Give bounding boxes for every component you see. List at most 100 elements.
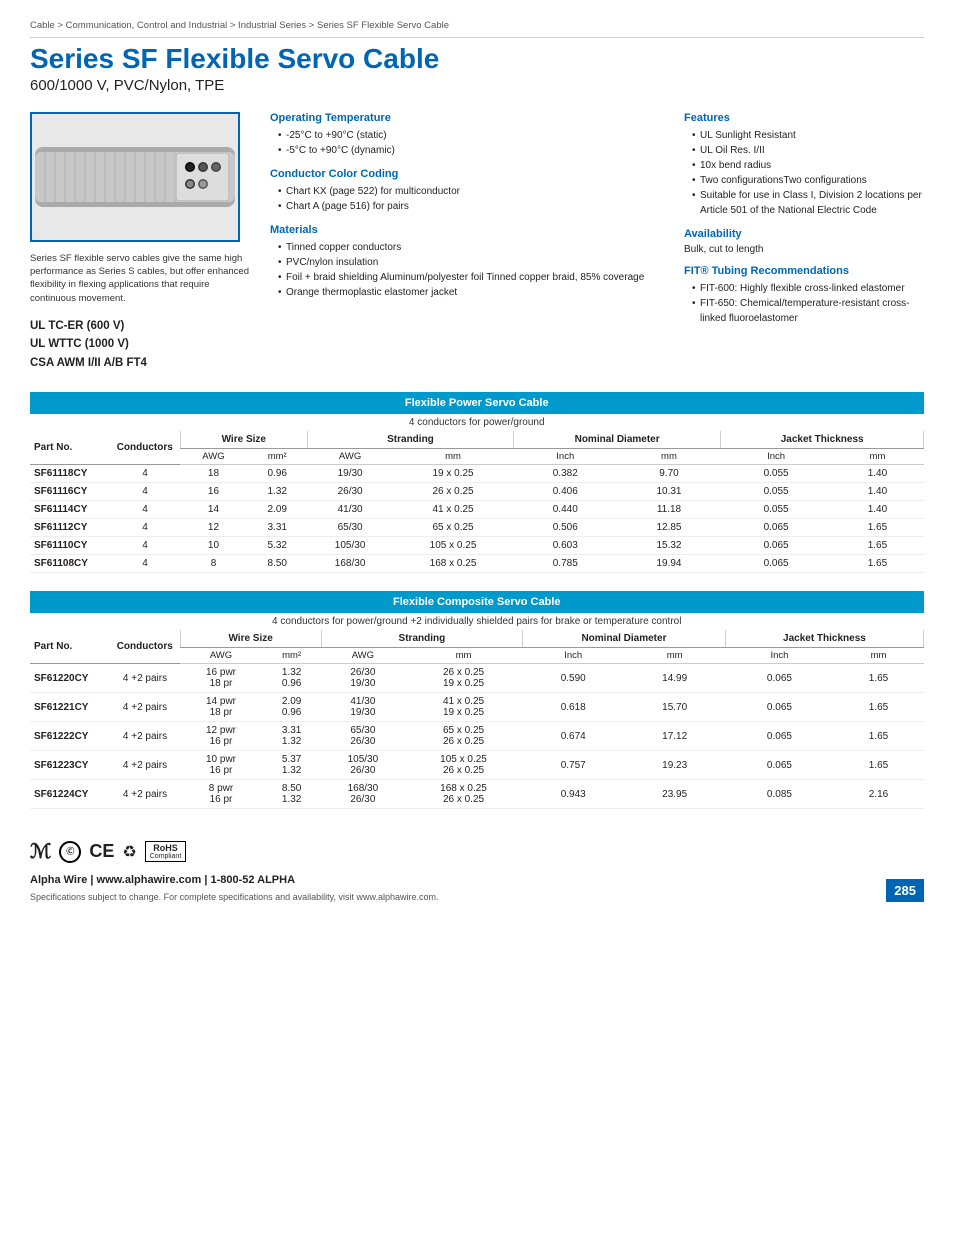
subcol2-mm3: mm — [624, 648, 725, 664]
cell-strand-awg: 65/30 — [308, 519, 393, 537]
cell-awg: 8 pwr16 pr — [180, 780, 262, 809]
cell-strand-awg: 41/30 — [308, 501, 393, 519]
cell-awg: 18 — [180, 465, 247, 483]
list-item: Orange thermoplastic elastomer jacket — [278, 285, 654, 300]
cell-awg: 8 — [180, 555, 247, 573]
subcol-inch1: Inch — [513, 449, 617, 465]
subcol2-awg2: AWG — [321, 648, 404, 664]
cell-strand-awg: 26/30 — [308, 483, 393, 501]
list-item: Chart A (page 516) for pairs — [278, 199, 654, 214]
power-cable-table-section: Flexible Power Servo Cable 4 conductors … — [30, 392, 924, 573]
list-item: Tinned copper conductors — [278, 240, 654, 255]
cell-jacket-mm: 2.16 — [834, 780, 924, 809]
list-item: Chart KX (page 522) for multiconductor — [278, 184, 654, 199]
col-partno: Part No. — [30, 431, 110, 465]
subcol-awg1: AWG — [180, 449, 247, 465]
cell-jacket-inch: 0.065 — [725, 664, 833, 693]
cell-awg: 12 — [180, 519, 247, 537]
subcol-awg2: AWG — [308, 449, 393, 465]
cell-inch: 0.618 — [523, 693, 624, 722]
cell-mm-diam: 19.23 — [624, 751, 725, 780]
subcol-inch2: Inch — [721, 449, 832, 465]
operating-temp-list: -25°C to +90°C (static) -5°C to +90°C (d… — [270, 128, 654, 158]
operating-temp-heading: Operating Temperature — [270, 112, 654, 124]
cell-jacket-inch: 0.065 — [721, 537, 832, 555]
cell-awg: 16 — [180, 483, 247, 501]
cell-jacket-mm: 1.40 — [831, 465, 923, 483]
cell-strand-mm: 41 x 0.25 — [393, 501, 514, 519]
cell-partno: SF61108CY — [30, 555, 110, 573]
col-stranding: Stranding — [308, 431, 514, 449]
cell-jacket-mm: 1.40 — [831, 483, 923, 501]
cell-conductors: 4 +2 pairs — [110, 664, 180, 693]
cell-inch: 0.603 — [513, 537, 617, 555]
cable-image — [30, 112, 240, 242]
cell-jacket-inch: 0.065 — [725, 722, 833, 751]
table-row: SF61118CY 4 18 0.96 19/30 19 x 0.25 0.38… — [30, 465, 924, 483]
col-wiresize: Wire Size — [180, 431, 308, 449]
image-caption: Series SF flexible servo cables give the… — [30, 252, 250, 305]
cell-strand-mm: 26 x 0.25 — [393, 483, 514, 501]
cell-jacket-inch: 0.065 — [721, 519, 832, 537]
cell-inch: 0.506 — [513, 519, 617, 537]
cell-mm-diam: 14.99 — [624, 664, 725, 693]
cell-inch: 0.943 — [523, 780, 624, 809]
page-number: 285 — [886, 879, 924, 902]
cell-mm2: 0.96 — [247, 465, 308, 483]
right-column: Features UL Sunlight Resistant UL Oil Re… — [684, 112, 924, 372]
cell-conductors: 4 — [110, 555, 180, 573]
table-row: SF61110CY 4 10 5.32 105/30 105 x 0.25 0.… — [30, 537, 924, 555]
cell-partno: SF61118CY — [30, 465, 110, 483]
cell-awg: 10 pwr16 pr — [180, 751, 262, 780]
col-jacketthickness: Jacket Thickness — [721, 431, 924, 449]
cell-partno: SF61222CY — [30, 722, 110, 751]
page-title: Series SF Flexible Servo Cable — [30, 44, 924, 75]
cell-inch: 0.406 — [513, 483, 617, 501]
list-item: FIT-650: Chemical/temperature-resistant … — [692, 296, 924, 326]
footer: ℳ Ⓒ CE ♻ RoHS Compliant Alpha Wire | www… — [30, 839, 924, 902]
cell-strand-mm: 41 x 0.2519 x 0.25 — [405, 693, 523, 722]
csa-icon: Ⓒ — [59, 841, 81, 863]
table1-subheader: 4 conductors for power/ground — [30, 414, 924, 431]
col2-partno: Part No. — [30, 630, 110, 664]
cell-strand-mm: 168 x 0.25 — [393, 555, 514, 573]
col2-nominaldiameter: Nominal Diameter — [523, 630, 726, 648]
col-conductors: Conductors — [110, 431, 180, 465]
cell-conductors: 4 +2 pairs — [110, 780, 180, 809]
cell-mm-diam: 15.32 — [617, 537, 721, 555]
cell-mm-diam: 9.70 — [617, 465, 721, 483]
cell-mm2: 8.501.32 — [262, 780, 321, 809]
cell-mm-diam: 10.31 — [617, 483, 721, 501]
cell-conductors: 4 +2 pairs — [110, 693, 180, 722]
features-list: UL Sunlight Resistant UL Oil Res. I/II 1… — [684, 128, 924, 218]
cell-strand-awg: 105/30 — [308, 537, 393, 555]
cell-mm2: 5.371.32 — [262, 751, 321, 780]
subcol2-mm: mm — [405, 648, 523, 664]
footer-company: Alpha Wire | www.alphawire.com | 1-800-5… — [30, 874, 924, 886]
subcol-mm4: mm — [831, 449, 923, 465]
availability-text: Bulk, cut to length — [684, 244, 924, 255]
cell-mm-diam: 17.12 — [624, 722, 725, 751]
table-row: SF61224CY 4 +2 pairs 8 pwr16 pr 8.501.32… — [30, 780, 924, 809]
middle-column: Operating Temperature -25°C to +90°C (st… — [270, 112, 664, 372]
cell-jacket-inch: 0.065 — [721, 555, 832, 573]
rohs-badge: RoHS Compliant — [145, 841, 187, 862]
cell-jacket-inch: 0.065 — [725, 751, 833, 780]
cell-partno: SF61224CY — [30, 780, 110, 809]
cell-jacket-mm: 1.65 — [831, 519, 923, 537]
recycling-icon: ♻ — [122, 842, 136, 862]
fit-tubing-list: FIT-600: Highly flexible cross-linked el… — [684, 281, 924, 326]
table2-header: Flexible Composite Servo Cable — [30, 591, 924, 613]
subcol-mm: mm — [393, 449, 514, 465]
fit-tubing-heading: FIT® Tubing Recommendations — [684, 265, 924, 277]
cell-jacket-mm: 1.65 — [834, 664, 924, 693]
subcol2-inch1: Inch — [523, 648, 624, 664]
cell-mm2: 8.50 — [247, 555, 308, 573]
availability-heading: Availability — [684, 228, 924, 240]
cell-partno: SF61116CY — [30, 483, 110, 501]
list-item: FIT-600: Highly flexible cross-linked el… — [692, 281, 924, 296]
list-item: Suitable for use in Class I, Division 2 … — [692, 188, 924, 218]
ce-icon: CE — [89, 841, 114, 862]
col2-wiresize: Wire Size — [180, 630, 321, 648]
cell-inch: 0.674 — [523, 722, 624, 751]
